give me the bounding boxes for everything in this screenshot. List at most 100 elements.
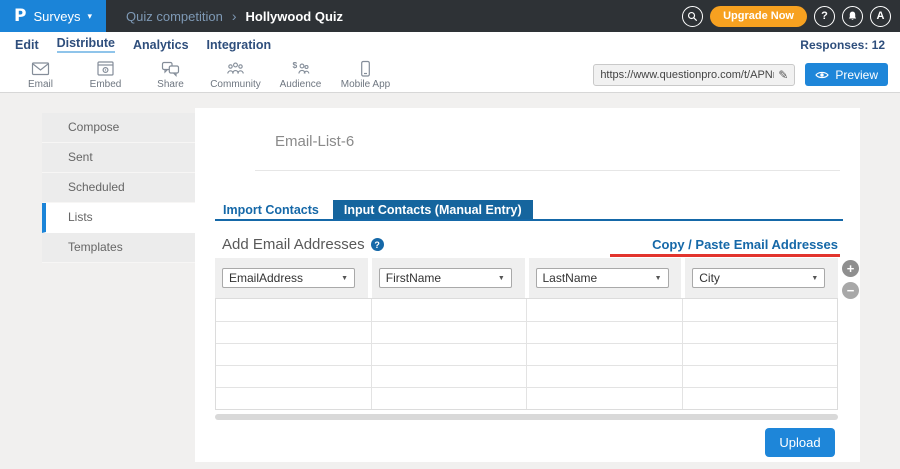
upload-label: Upload (779, 435, 820, 450)
channel-community[interactable]: Community (203, 60, 268, 90)
edit-url-pencil-icon[interactable]: ✎ (778, 68, 788, 82)
column-select-emailaddress-value: EmailAddress (229, 271, 303, 285)
breadcrumb-separator-icon: › (232, 8, 237, 24)
add-row-button[interactable]: + (842, 260, 859, 277)
table-cell[interactable] (216, 299, 371, 321)
contacts-table-body (215, 298, 838, 410)
table-cell[interactable] (371, 388, 527, 409)
red-annotation-underline (610, 254, 840, 257)
sidebar-item-scheduled[interactable]: Scheduled (42, 173, 195, 203)
table-cell[interactable] (216, 366, 371, 387)
nav-edit[interactable]: Edit (15, 38, 39, 52)
list-title: Email-List-6 (275, 133, 354, 150)
responses-count: Responses: 12 (800, 38, 885, 52)
select-caret-icon: ▼ (341, 275, 348, 282)
share-icon (160, 60, 181, 78)
table-cell[interactable] (371, 322, 527, 343)
add-emails-section-header: Add Email Addresses ? Copy / Paste Email… (222, 236, 838, 253)
nav-integration[interactable]: Integration (207, 38, 272, 52)
nav-analytics[interactable]: Analytics (133, 38, 189, 52)
table-cell[interactable] (216, 344, 371, 365)
channel-list: Email Embed Share (0, 60, 398, 90)
survey-url-box: ✎ (593, 64, 795, 86)
upload-button[interactable]: Upload (765, 428, 835, 457)
sidebar-item-lists[interactable]: Lists (42, 203, 195, 233)
topbar-actions: Upgrade Now ? A (682, 6, 900, 27)
breadcrumb: Quiz competition › Hollywood Quiz (126, 8, 343, 24)
header-cell-lastname: LastName ▼ (529, 258, 682, 298)
account-avatar[interactable]: A (870, 6, 891, 27)
table-cell[interactable] (682, 322, 838, 343)
bell-icon (846, 10, 859, 23)
tab-import-contacts[interactable]: Import Contacts (215, 200, 327, 219)
copy-paste-email-addresses-link[interactable]: Copy / Paste Email Addresses (652, 237, 838, 252)
header-cell-email: EmailAddress ▼ (215, 258, 368, 298)
table-cell[interactable] (526, 322, 682, 343)
notifications-button[interactable] (842, 6, 863, 27)
table-cell[interactable] (526, 299, 682, 321)
horizontal-scrollbar[interactable] (215, 414, 838, 420)
help-button[interactable]: ? (814, 6, 835, 27)
sidebar-item-compose[interactable]: Compose (42, 113, 195, 143)
channel-embed-label: Embed (90, 79, 122, 90)
table-cell[interactable] (526, 366, 682, 387)
table-cell[interactable] (526, 388, 682, 409)
table-cell[interactable] (216, 322, 371, 343)
avatar-letter: A (877, 10, 885, 22)
sidebar-item-templates[interactable]: Templates (42, 233, 195, 263)
table-cell[interactable] (526, 344, 682, 365)
table-cell[interactable] (371, 299, 527, 321)
email-icon (30, 60, 51, 78)
toolbar-right: ✎ Preview (593, 63, 900, 86)
distribute-toolbar: Email Embed Share (0, 57, 900, 93)
main-area: Compose Sent Scheduled Lists Templates E… (0, 93, 900, 469)
channel-share[interactable]: Share (138, 60, 203, 90)
surveys-product-menu[interactable]: P Surveys ▾ (0, 0, 106, 32)
table-row (216, 343, 837, 365)
table-cell[interactable] (682, 344, 838, 365)
nav-distribute[interactable]: Distribute (57, 36, 115, 53)
channel-embed[interactable]: Embed (73, 60, 138, 90)
header-cell-city: City ▼ (685, 258, 838, 298)
table-cell[interactable] (682, 388, 838, 409)
table-cell[interactable] (216, 388, 371, 409)
column-select-firstname[interactable]: FirstName ▼ (379, 268, 512, 288)
select-caret-icon: ▼ (498, 275, 505, 282)
table-cell[interactable] (682, 366, 838, 387)
channel-share-label: Share (157, 79, 184, 90)
preview-button[interactable]: Preview (805, 63, 888, 86)
search-icon (686, 10, 699, 23)
upgrade-now-button[interactable]: Upgrade Now (710, 6, 807, 27)
svg-text:$: $ (293, 60, 298, 70)
header-cell-firstname: FirstName ▼ (372, 258, 525, 298)
column-select-city[interactable]: City ▼ (692, 268, 825, 288)
contacts-tabs: Import Contacts Input Contacts (Manual E… (215, 200, 843, 221)
breadcrumb-current: Hollywood Quiz (246, 9, 344, 24)
remove-row-button[interactable]: − (842, 282, 859, 299)
column-select-emailaddress[interactable]: EmailAddress ▼ (222, 268, 355, 288)
table-row (216, 321, 837, 343)
column-select-lastname[interactable]: LastName ▼ (536, 268, 669, 288)
channel-audience[interactable]: $ Audience (268, 60, 333, 90)
table-row (216, 365, 837, 387)
section-heading: Add Email Addresses ? (222, 236, 384, 253)
tab-input-contacts-manual-entry[interactable]: Input Contacts (Manual Entry) (333, 200, 533, 219)
contacts-table-header: EmailAddress ▼ FirstName ▼ LastName ▼ (215, 258, 838, 298)
eye-icon (815, 70, 829, 80)
table-cell[interactable] (682, 299, 838, 321)
title-divider (255, 170, 840, 171)
upgrade-now-label: Upgrade Now (723, 10, 794, 22)
channel-mobile-app[interactable]: Mobile App (333, 60, 398, 90)
search-button[interactable] (682, 6, 703, 27)
sidebar-item-sent[interactable]: Sent (42, 143, 195, 173)
channel-email[interactable]: Email (8, 60, 73, 90)
column-select-firstname-value: FirstName (386, 271, 441, 285)
questionpro-logo: P (14, 6, 26, 26)
breadcrumb-parent[interactable]: Quiz competition (126, 9, 223, 24)
table-cell[interactable] (371, 344, 527, 365)
email-sidebar: Compose Sent Scheduled Lists Templates (42, 113, 195, 263)
survey-url-input[interactable] (600, 69, 774, 81)
community-icon (225, 60, 246, 78)
table-cell[interactable] (371, 366, 527, 387)
help-tooltip-icon[interactable]: ? (371, 238, 384, 251)
